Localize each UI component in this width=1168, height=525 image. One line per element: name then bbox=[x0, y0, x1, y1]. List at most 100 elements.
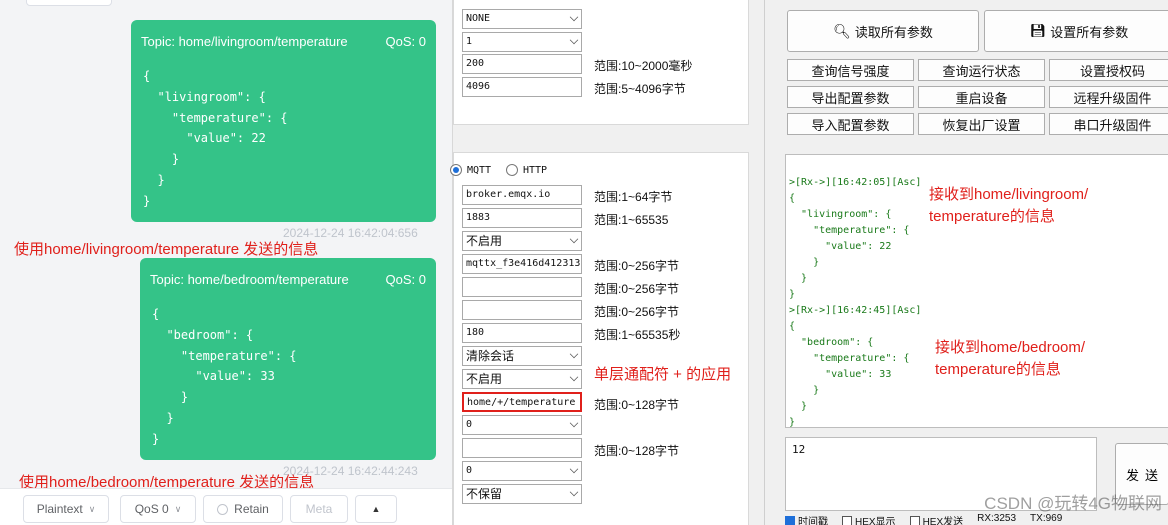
toolbar-stub[interactable] bbox=[26, 0, 112, 6]
message-qos: QoS: 0 bbox=[385, 272, 426, 287]
password-field[interactable] bbox=[462, 300, 582, 320]
publish-qos-select[interactable]: 0 bbox=[462, 461, 582, 481]
triangle-up-icon: ▲ bbox=[371, 504, 381, 514]
chevron-down-icon: ∨ bbox=[88, 503, 96, 514]
annotation-line: temperature的信息 bbox=[935, 361, 1061, 378]
will-select[interactable]: 不启用 bbox=[462, 369, 582, 389]
checkbox-icon bbox=[909, 516, 920, 525]
config-form-panel: NONE 1 200 范围:10~2000毫秒 4096 范围:5~4096字节… bbox=[450, 0, 765, 525]
read-all-label: 读取所有参数 bbox=[854, 24, 933, 40]
log-entry-livingroom: >[Rx->][16:42:05][Asc] { "livingroom": {… bbox=[789, 177, 922, 300]
annotation-bedroom-received: 接收到home/bedroom/ temperature的信息 bbox=[935, 337, 1085, 381]
publish-toolbar: Plaintext ∨ QoS 0 ∨ Retain Meta ▲ bbox=[0, 488, 452, 525]
stopbits-select[interactable]: 1 bbox=[462, 32, 582, 52]
annotation-line: temperature的信息 bbox=[929, 208, 1055, 225]
radio-selected-icon bbox=[450, 164, 462, 176]
interval-field[interactable]: 200 bbox=[462, 54, 582, 74]
receive-log[interactable]: >[Rx->][16:42:05][Asc] { "livingroom": {… bbox=[785, 154, 1168, 428]
remote-upgrade-button[interactable]: 远程升级固件 bbox=[1049, 86, 1168, 108]
message-qos: QoS: 0 bbox=[385, 34, 426, 49]
message-panel: Topic: home/livingroom/temperature QoS: … bbox=[0, 0, 452, 525]
publish-qos-value: 0 bbox=[466, 465, 473, 476]
restart-device-button[interactable]: 重启设备 bbox=[918, 86, 1045, 108]
stopbits-value: 1 bbox=[466, 36, 473, 47]
subscribe-qos-select[interactable]: 0 bbox=[462, 415, 582, 435]
set-all-params-button[interactable]: 💾︎ 设置所有参数 bbox=[984, 10, 1168, 52]
annotation-livingroom-send: 使用home/livingroom/temperature 发送的信息 bbox=[14, 241, 319, 258]
log-entry-bedroom: >[Rx->][16:42:45][Asc] { "bedroom": { "t… bbox=[789, 305, 922, 428]
wildcard-annotation: 单层通配符 + 的应用 bbox=[594, 366, 732, 383]
serial-upgrade-button[interactable]: 串口升级固件 bbox=[1049, 113, 1168, 135]
annotation-livingroom-received: 接收到home/livingroom/ temperature的信息 bbox=[929, 184, 1088, 228]
hex-send-checkbox[interactable]: HEX发送 bbox=[909, 513, 964, 525]
publish-topic-field[interactable] bbox=[462, 438, 582, 458]
keepalive-hint: 范围:1~65535秒 bbox=[594, 328, 681, 342]
chevron-down-icon bbox=[569, 234, 579, 244]
device-tool-panel: 🔍︎ 读取所有参数 💾︎ 设置所有参数 查询信号强度 查询运行状态 设置授权码 … bbox=[764, 0, 1168, 525]
set-auth-code-button[interactable]: 设置授权码 bbox=[1049, 59, 1168, 81]
checkbox-checked-icon bbox=[785, 516, 795, 525]
interval-hint: 范围:10~2000毫秒 bbox=[594, 59, 693, 73]
hex-show-label: HEX显示 bbox=[855, 517, 896, 525]
serial-settings-group: NONE 1 200 范围:10~2000毫秒 4096 范围:5~4096字节 bbox=[453, 0, 749, 125]
retain-label: Retain bbox=[234, 502, 269, 516]
chevron-down-icon bbox=[569, 12, 579, 22]
screenshot-root: Topic: home/livingroom/temperature QoS: … bbox=[0, 0, 1168, 525]
message-topic: Topic: home/livingroom/temperature bbox=[141, 34, 348, 49]
username-hint: 范围:0~256字节 bbox=[594, 282, 680, 296]
client-id-hint: 范围:0~256字节 bbox=[594, 259, 680, 273]
format-label: Plaintext bbox=[36, 502, 83, 516]
session-select[interactable]: 清除会话 bbox=[462, 346, 582, 366]
message-bubble-1[interactable]: Topic: home/livingroom/temperature QoS: … bbox=[131, 20, 436, 222]
query-status-button[interactable]: 查询运行状态 bbox=[918, 59, 1045, 81]
rx-count: RX:3253 bbox=[977, 513, 1017, 524]
ssl-select[interactable]: 不启用 bbox=[462, 231, 582, 251]
export-config-button[interactable]: 导出配置参数 bbox=[787, 86, 914, 108]
chevron-down-icon bbox=[569, 464, 579, 474]
tx-count: TX:969 bbox=[1030, 513, 1063, 524]
retain-select[interactable]: 不保留 bbox=[462, 484, 582, 504]
username-field[interactable] bbox=[462, 277, 582, 297]
timestamp-checkbox[interactable]: 时间戳 bbox=[785, 513, 828, 525]
read-all-params-button[interactable]: 🔍︎ 读取所有参数 bbox=[787, 10, 979, 52]
message-payload: { "livingroom": { "temperature": { "valu… bbox=[143, 69, 288, 208]
subscribe-qos-value: 0 bbox=[466, 419, 473, 430]
search-doc-icon: 🔍︎ bbox=[833, 22, 851, 39]
chevron-down-icon bbox=[569, 372, 579, 382]
subscribe-topic-field[interactable]: home/+/temperature bbox=[462, 392, 582, 412]
hex-show-checkbox[interactable]: HEX显示 bbox=[842, 513, 896, 525]
query-signal-button[interactable]: 查询信号强度 bbox=[787, 59, 914, 81]
broker-field[interactable]: broker.emqx.io bbox=[462, 185, 582, 205]
chevron-down-icon bbox=[569, 487, 579, 497]
keepalive-field[interactable]: 180 bbox=[462, 323, 582, 343]
checkbox-icon bbox=[842, 516, 852, 525]
qos-select[interactable]: QoS 0 ∨ bbox=[120, 495, 196, 523]
retain-toggle[interactable]: Retain bbox=[203, 495, 283, 523]
import-config-button[interactable]: 导入配置参数 bbox=[787, 113, 914, 135]
hex-send-label: HEX发送 bbox=[922, 517, 964, 525]
meta-button[interactable]: Meta bbox=[290, 495, 348, 523]
save-icon: 💾︎ bbox=[1029, 23, 1047, 38]
factory-reset-button[interactable]: 恢复出厂设置 bbox=[918, 113, 1045, 135]
message-bubble-2[interactable]: Topic: home/bedroom/temperature QoS: 0 {… bbox=[140, 258, 436, 460]
packet-size-field[interactable]: 4096 bbox=[462, 77, 582, 97]
parity-select[interactable]: NONE bbox=[462, 9, 582, 29]
ssl-value: 不启用 bbox=[466, 234, 503, 248]
message-payload: { "bedroom": { "temperature": { "value":… bbox=[152, 307, 297, 446]
port-field[interactable]: 1883 bbox=[462, 208, 582, 228]
password-hint: 范围:0~256字节 bbox=[594, 305, 680, 319]
annotation-line: 接收到home/livingroom/ bbox=[929, 186, 1089, 203]
expand-button[interactable]: ▲ bbox=[355, 495, 397, 523]
qos-label: QoS 0 bbox=[134, 502, 169, 516]
protocol-mqtt-label: MQTT bbox=[467, 164, 492, 176]
annotation-line: 接收到home/bedroom/ bbox=[935, 339, 1086, 356]
publish-topic-hint: 范围:0~128字节 bbox=[594, 444, 680, 458]
packet-size-hint: 范围:5~4096字节 bbox=[594, 82, 686, 96]
protocol-mqtt-radio[interactable]: MQTT bbox=[450, 164, 491, 176]
client-id-field[interactable]: mqttx_f3e416d412313 bbox=[462, 254, 582, 274]
will-value: 不启用 bbox=[466, 372, 503, 386]
port-hint: 范围:1~65535 bbox=[594, 213, 669, 227]
protocol-http-radio[interactable]: HTTP bbox=[506, 164, 547, 176]
chevron-down-icon bbox=[569, 418, 579, 428]
payload-format-select[interactable]: Plaintext ∨ bbox=[23, 495, 109, 523]
